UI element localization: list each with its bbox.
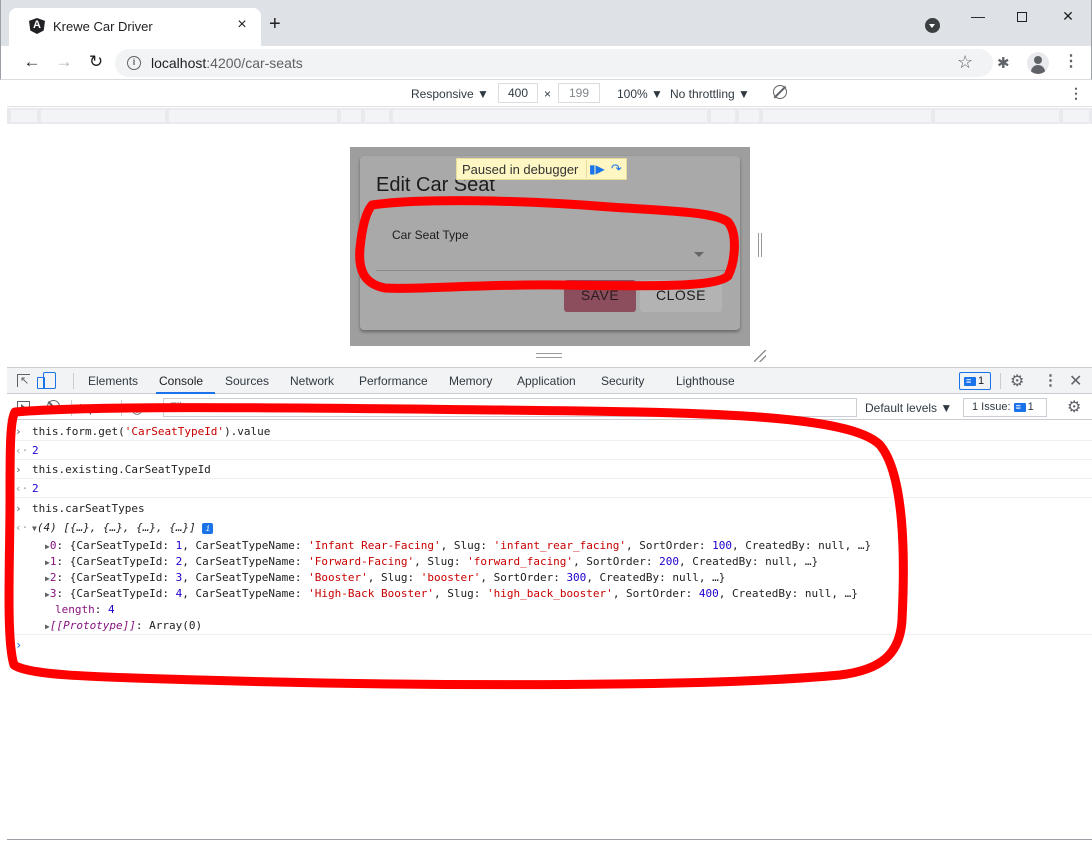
chrome-menu-icon[interactable]: ⋮	[1063, 51, 1079, 71]
angular-icon	[29, 18, 45, 34]
resume-icon[interactable]: ▮▶	[586, 160, 606, 178]
console-input-row: › this.carSeatTypes	[15, 502, 145, 515]
tab-security[interactable]: Security	[601, 374, 644, 388]
array-summary-row[interactable]: ‹· ▼(4) [{…}, {…}, {…}, {…}] i	[7, 518, 1092, 537]
reload-button[interactable]: ↻	[85, 51, 107, 73]
save-button[interactable]: SAVE	[564, 280, 636, 312]
tab-title: Krewe Car Driver	[53, 19, 153, 34]
minimize-button[interactable]: —	[955, 4, 1001, 30]
array-prototype-row[interactable]: ▶[[Prototype]]: Array(0)	[7, 616, 1092, 635]
devtools-tab-bar: Elements Console Sources Network Perform…	[7, 367, 1092, 394]
media-query-bar[interactable]	[7, 108, 1092, 124]
tab-elements[interactable]: Elements	[88, 374, 138, 388]
tab-close-icon[interactable]: ×	[233, 16, 251, 34]
browser-titlebar: Krewe Car Driver × + — ✕	[0, 0, 1092, 46]
message-icon	[964, 373, 976, 389]
console-toolbar: top ▼ ◉ Filter Default levels ▼ 1 Issue:…	[7, 395, 1092, 420]
console-settings-icon[interactable]: ⚙	[1067, 397, 1081, 417]
tab-sources[interactable]: Sources	[225, 374, 269, 388]
console-prompt-row[interactable]: ›	[7, 636, 1092, 655]
extensions-icon[interactable]: ✱	[997, 54, 1010, 72]
browser-toolbar: ← → ↻ i localhost:4200/car-seats ☆ ✱ ⋮	[0, 46, 1092, 80]
site-info-icon[interactable]: i	[127, 56, 141, 70]
live-expression-eye-icon[interactable]: ◉	[131, 400, 143, 417]
divider	[1000, 373, 1001, 389]
clear-console-icon[interactable]	[47, 400, 60, 413]
prompt-chevron-icon: ›	[15, 502, 22, 515]
console-result-row: ‹· 2	[7, 479, 1092, 498]
rotate-icon[interactable]	[773, 85, 787, 99]
viewport-width-input[interactable]: 400	[498, 83, 538, 103]
settings-gear-icon[interactable]: ⚙	[1010, 371, 1024, 391]
bookmark-star-icon[interactable]: ☆	[957, 52, 973, 73]
zoom-select[interactable]: 100% ▼	[617, 87, 663, 101]
throttling-select[interactable]: No throttling ▼	[670, 87, 750, 101]
context-select[interactable]: top ▼	[79, 401, 111, 415]
device-toolbar-icon[interactable]	[37, 372, 56, 389]
divider	[73, 373, 74, 389]
bottom-resize-handle[interactable]	[536, 353, 562, 358]
result-arrow-icon: ‹·	[15, 521, 29, 534]
result-arrow-icon: ‹·	[15, 444, 29, 457]
message-icon	[1013, 399, 1026, 416]
car-seat-type-label: Car Seat Type	[392, 228, 469, 242]
select-arrow-icon[interactable]	[694, 252, 704, 257]
paused-label: Paused in debugger	[462, 161, 579, 177]
close-devtools-icon[interactable]: ✕	[1069, 371, 1082, 391]
device-mode-select[interactable]: Responsive ▼	[411, 87, 489, 101]
divider	[121, 400, 122, 416]
issues-button[interactable]: 1 Issue: 1	[963, 398, 1047, 417]
step-over-icon[interactable]: ↷	[606, 160, 626, 178]
tab-application[interactable]: Application	[517, 374, 576, 388]
issues-badge[interactable]: 1	[959, 372, 991, 390]
console-result-row: ‹· 2	[7, 441, 1092, 460]
tab-network[interactable]: Network	[290, 374, 334, 388]
console-input-row: › this.form.get('CarSeatTypeId').value	[7, 422, 1092, 441]
console-prompt-caret-icon[interactable]: ›	[15, 638, 22, 652]
device-toolbar: Responsive ▼ 400 × 199 100% ▼ No throttl…	[7, 81, 1092, 107]
result-arrow-icon: ‹·	[15, 482, 29, 495]
viewport-height-input[interactable]: 199	[558, 83, 600, 103]
tab-memory[interactable]: Memory	[449, 374, 492, 388]
prompt-chevron-icon: ›	[15, 425, 22, 438]
console-output: › this.form.get('CarSeatTypeId').value ‹…	[7, 420, 1092, 840]
new-tab-button[interactable]: +	[269, 14, 281, 34]
corner-resize-handle[interactable]	[754, 350, 766, 362]
forward-button[interactable]: →	[53, 51, 75, 73]
info-icon: i	[202, 522, 214, 534]
tab-console[interactable]: Console	[159, 374, 203, 388]
maximize-button[interactable]	[999, 4, 1045, 30]
device-more-icon[interactable]: ⋮	[1069, 85, 1083, 102]
tab-search-icon[interactable]	[925, 18, 940, 33]
divider	[71, 400, 72, 416]
sidebar-toggle-icon[interactable]	[17, 401, 30, 413]
close-button[interactable]: CLOSE	[640, 280, 722, 312]
console-filter-input[interactable]: Filter	[163, 398, 857, 417]
url-text: localhost:4200/car-seats	[151, 55, 303, 71]
address-bar[interactable]: i localhost:4200/car-seats ☆	[115, 49, 993, 77]
console-input-row: › this.existing.CarSeatTypeId	[7, 460, 1092, 479]
tab-performance[interactable]: Performance	[359, 374, 428, 388]
paused-in-debugger-badge: Paused in debugger ▮▶ ↷	[456, 158, 628, 180]
profile-avatar[interactable]	[1027, 52, 1049, 74]
close-window-button[interactable]: ✕	[1045, 4, 1091, 30]
devtools-menu-icon[interactable]: ⋮	[1043, 371, 1058, 389]
edit-dialog: Edit Car Seat Car Seat Type SAVE CLOSE	[360, 156, 740, 330]
active-tab-indicator	[156, 392, 215, 394]
side-resize-handle[interactable]	[758, 233, 762, 257]
inspect-element-icon[interactable]	[17, 374, 30, 387]
browser-tab[interactable]: Krewe Car Driver ×	[9, 8, 261, 46]
car-seat-type-select[interactable]	[376, 270, 730, 271]
log-levels-select[interactable]: Default levels ▼	[865, 401, 952, 415]
dimension-separator: ×	[544, 87, 552, 101]
back-button[interactable]: ←	[21, 51, 43, 73]
tab-lighthouse[interactable]: Lighthouse	[676, 374, 735, 388]
prompt-chevron-icon: ›	[15, 463, 22, 476]
